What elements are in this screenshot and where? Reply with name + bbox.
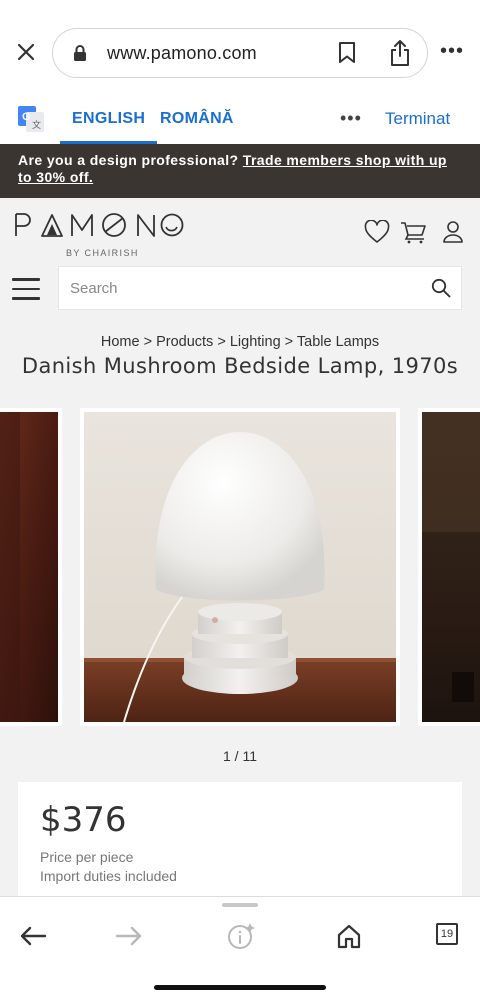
browser-address-bar: www.pamono.com ••• — [0, 0, 480, 96]
page-info-button[interactable] — [224, 921, 258, 951]
price-note: Price per piece — [40, 849, 134, 865]
breadcrumb-products[interactable]: Products — [156, 334, 213, 350]
translate-done-button[interactable]: Terminat — [385, 96, 450, 142]
promo-text: Are you a design professional? — [18, 152, 243, 168]
trade-promo-banner: Are you a design professional? Trade mem… — [0, 144, 480, 198]
drag-handle[interactable] — [222, 903, 258, 907]
pamono-logo[interactable]: BY CHAIRISH — [14, 210, 184, 258]
product-photo-lamp — [84, 412, 396, 723]
translate-more-icon[interactable]: ••• — [340, 108, 362, 129]
gallery-image-previous[interactable] — [0, 408, 62, 726]
cart-icon[interactable] — [400, 220, 428, 244]
translate-bar: G 文 ENGLISH ROMÂNĂ ••• Terminat — [0, 96, 480, 144]
share-icon[interactable] — [389, 39, 411, 67]
search-input[interactable] — [70, 267, 410, 309]
product-section: Home > Products > Lighting > Table Lamps… — [0, 326, 480, 902]
breadcrumb-home[interactable]: Home — [101, 334, 140, 350]
user-icon[interactable] — [442, 220, 464, 244]
home-button[interactable] — [332, 921, 366, 951]
duties-note: Import duties included — [40, 868, 177, 884]
forward-button[interactable] — [112, 921, 146, 951]
url-text: www.pamono.com — [107, 43, 257, 63]
product-photo-next — [422, 412, 480, 722]
price-card: $376 Price per piece Import duties inclu… — [18, 782, 462, 902]
tab-romanian[interactable]: ROMÂNĂ — [160, 96, 234, 144]
google-translate-icon: G 文 — [18, 106, 44, 132]
site-header: BY CHAIRISH — [0, 198, 480, 326]
breadcrumb: Home > Products > Lighting > Table Lamps — [100, 334, 380, 350]
tabs-button[interactable]: 19 — [436, 923, 458, 945]
breadcrumb-lighting[interactable]: Lighting — [230, 334, 281, 350]
bookmark-icon[interactable] — [337, 41, 357, 65]
heart-icon[interactable] — [364, 220, 390, 244]
gallery-image-next[interactable] — [418, 408, 480, 726]
close-button[interactable] — [12, 38, 40, 66]
home-icon — [337, 924, 361, 949]
product-price: $376 — [40, 800, 127, 840]
menu-icon[interactable] — [12, 278, 40, 302]
svg-text:文: 文 — [32, 119, 41, 130]
browser-bottom-toolbar: 19 — [0, 896, 480, 1000]
search-box — [58, 266, 462, 310]
lock-icon — [74, 45, 86, 61]
home-indicator — [154, 985, 326, 990]
product-title: Danish Mushroom Bedside Lamp, 1970s — [21, 354, 459, 378]
more-icon[interactable]: ••• — [440, 40, 464, 63]
url-field[interactable]: www.pamono.com — [52, 28, 428, 78]
close-icon — [17, 43, 35, 61]
tab-english[interactable]: ENGLISH — [60, 96, 158, 144]
breadcrumb-table-lamps[interactable]: Table Lamps — [297, 334, 379, 350]
back-arrow-icon — [20, 926, 47, 946]
gallery-image-main[interactable] — [80, 408, 400, 726]
svg-text:G: G — [22, 111, 31, 123]
forward-arrow-icon — [115, 926, 142, 946]
info-sparkle-icon — [228, 923, 255, 949]
gallery-page-indicator: 1 / 11 — [223, 748, 257, 764]
back-button[interactable] — [16, 921, 50, 951]
logo-subtitle: BY CHAIRISH — [66, 248, 139, 258]
logo-wordmark — [15, 213, 184, 237]
search-icon[interactable] — [431, 278, 451, 298]
product-photo-previous — [0, 412, 58, 722]
